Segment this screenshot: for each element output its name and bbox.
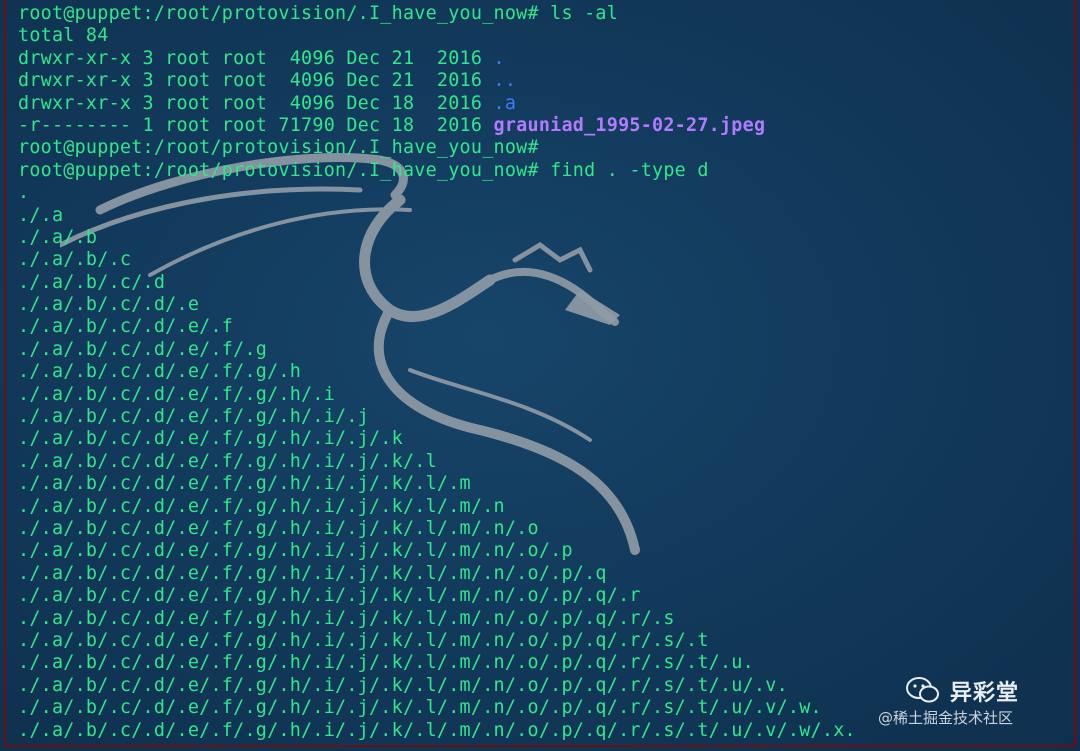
file-name: .. <box>493 70 517 92</box>
terminal-line-text: ./.a/.b/.c/.d/.e/.f/.g/.h/.i/.j/.k/.l <box>18 450 437 472</box>
terminal-line-text: ./.a/.b/.c/.d/.e/.f/.g/.h/.i/.j/.k/.l/.m… <box>18 517 539 539</box>
terminal-line: ./.a/.b/.c/.d <box>18 272 1080 294</box>
terminal-line-text: . <box>18 182 30 204</box>
terminal-line: ./.a/.b/.c/.d/.e/.f/.g/.h/.i/.j <box>18 406 1080 428</box>
file-name: grauniad_1995-02-27.jpeg <box>493 114 766 136</box>
terminal-line-text: ./.a/.b/.c <box>18 249 132 271</box>
terminal-line: root@puppet:/root/protovision/.I_have_yo… <box>18 137 1080 159</box>
terminal-line: root@puppet:/root/protovision/.I_have_yo… <box>18 3 1080 25</box>
terminal-line: . <box>18 182 1080 204</box>
terminal-line: -r-------- 1 root root 71790 Dec 18 2016… <box>18 115 1080 137</box>
terminal-line-text: ./.a/.b/.c/.d/.e/.f/.g/.h/.i/.j/.k/.l/.m… <box>18 585 641 607</box>
terminal-line-text: drwxr-xr-x 3 root root 4096 Dec 21 2016 <box>18 70 494 92</box>
file-name: .a <box>493 92 517 114</box>
terminal-line: ./.a/.b <box>18 227 1080 249</box>
terminal-line: drwxr-xr-x 3 root root 4096 Dec 21 2016 … <box>18 48 1080 70</box>
terminal-line: ./.a/.b/.c/.d/.e/.f/.g/.h/.i/.j/.k/.l/.m… <box>18 585 1080 607</box>
terminal-line-text: ./.a/.b/.c/.d/.e/.f/.g/.h/.i/.j/.k/.l/.m <box>18 473 471 495</box>
terminal-line-text: root@puppet:/root/protovision/.I_have_yo… <box>18 159 709 181</box>
terminal-line-text: ./.a/.b/.c/.d/.e/.f/.g/.h/.i/.j/.k/.l/.m… <box>18 697 822 719</box>
terminal-line: ./.a/.b/.c/.d/.e/.f/.g/.h/.i/.j/.k/.l/.m… <box>18 563 1080 585</box>
terminal-line-text: ./.a/.b/.c/.d/.e/.f/.g/.h/.i <box>18 383 336 405</box>
terminal-line-text: ./.a/.b/.c/.d/.e/.f/.g/.h/.i/.j/.k/.l/.m… <box>18 540 573 562</box>
terminal-line: drwxr-xr-x 3 root root 4096 Dec 21 2016 … <box>18 70 1080 92</box>
terminal-line-text: ./.a/.b/.c/.d/.e/.f/.g/.h/.i/.j/.k/.l/.m… <box>18 607 675 629</box>
terminal-line-text: ./.a/.b/.c/.d/.e <box>18 294 200 316</box>
terminal-line: ./.a/.b/.c/.d/.e/.f/.g/.h/.i/.j/.k/.l/.m… <box>18 630 1080 652</box>
terminal-line-text: -r-------- 1 root root 71790 Dec 18 2016 <box>18 114 494 136</box>
watermark: 异彩堂 @稀土掘金技术社区 <box>878 673 1056 733</box>
terminal-output[interactable]: root@puppet:/root/protovision/.I_have_yo… <box>18 3 1080 742</box>
watermark-sub: @稀土掘金技术社区 <box>878 709 1014 727</box>
terminal-line: ./.a <box>18 205 1080 227</box>
terminal-line-text: root@puppet:/root/protovision/.I_have_yo… <box>18 137 539 159</box>
terminal-line: ./.a/.b/.c/.d/.e/.f/.g/.h/.i/.j/.k/.l/.m… <box>18 540 1080 562</box>
terminal-line: ./.a/.b/.c/.d/.e/.f/.g <box>18 339 1080 361</box>
terminal-line: ./.a/.b/.c/.d/.e/.f/.g/.h/.i/.j/.k/.l/.m… <box>18 608 1080 630</box>
terminal-line: ./.a/.b/.c/.d/.e/.f <box>18 316 1080 338</box>
terminal-line: ./.a/.b/.c/.d/.e/.f/.g/.h <box>18 361 1080 383</box>
terminal-line-text: ./.a <box>18 204 64 226</box>
terminal-line-text: ./.a/.b/.c/.d/.e/.f <box>18 316 234 338</box>
terminal-line-text: ./.a/.b/.c/.d <box>18 271 166 293</box>
terminal-line: ./.a/.b/.c/.d/.e/.f/.g/.h/.i/.j/.k/.l/.m… <box>18 518 1080 540</box>
terminal-line-text: ./.a/.b/.c/.d/.e/.f/.g/.h/.i/.j/.k/.l/.m… <box>18 719 856 741</box>
terminal-line: ./.a/.b/.c/.d/.e/.f/.g/.h/.i/.j/.k <box>18 428 1080 450</box>
terminal-line-text: ./.a/.b <box>18 226 98 248</box>
terminal-line-text: ./.a/.b/.c/.d/.e/.f/.g/.h/.i/.j/.k <box>18 428 403 450</box>
terminal-line-text: ./.a/.b/.c/.d/.e/.f/.g <box>18 338 268 360</box>
terminal-line-text: drwxr-xr-x 3 root root 4096 Dec 18 2016 <box>18 92 494 114</box>
terminal-line: ./.a/.b/.c/.d/.e/.f/.g/.h/.i/.j/.k/.l/.m… <box>18 496 1080 518</box>
terminal-line-text: ./.a/.b/.c/.d/.e/.f/.g/.h/.i/.j/.k/.l/.m… <box>18 495 505 517</box>
terminal-line: ./.a/.b/.c/.d/.e/.f/.g/.h/.i <box>18 384 1080 406</box>
terminal-line: ./.a/.b/.c/.d/.e/.f/.g/.h/.i/.j/.k/.l/.m <box>18 473 1080 495</box>
terminal-line-text: root@puppet:/root/protovision/.I_have_yo… <box>18 3 619 24</box>
terminal-line-text: ./.a/.b/.c/.d/.e/.f/.g/.h/.i/.j/.k/.l/.m… <box>18 562 607 584</box>
terminal-line-text: total 84 <box>18 25 109 47</box>
terminal-line: ./.a/.b/.c/.d/.e <box>18 294 1080 316</box>
wechat-icon <box>906 677 939 703</box>
terminal-line-text: ./.a/.b/.c/.d/.e/.f/.g/.h/.i/.j/.k/.l/.m… <box>18 629 709 651</box>
terminal-line-text: ./.a/.b/.c/.d/.e/.f/.g/.h/.i/.j <box>18 406 369 428</box>
file-name: . <box>493 47 505 69</box>
terminal-line: drwxr-xr-x 3 root root 4096 Dec 18 2016 … <box>18 93 1080 115</box>
terminal-line: ./.a/.b/.c/.d/.e/.f/.g/.h/.i/.j/.k/.l <box>18 451 1080 473</box>
terminal-line: total 84 <box>18 25 1080 47</box>
watermark-brand: 异彩堂 <box>950 681 1020 706</box>
terminal-line-text: ./.a/.b/.c/.d/.e/.f/.g/.h <box>18 361 302 383</box>
terminal-line-text: drwxr-xr-x 3 root root 4096 Dec 21 2016 <box>18 47 494 69</box>
terminal-line: ./.a/.b/.c <box>18 249 1080 271</box>
terminal-line: root@puppet:/root/protovision/.I_have_yo… <box>18 160 1080 182</box>
terminal-line-text: ./.a/.b/.c/.d/.e/.f/.g/.h/.i/.j/.k/.l/.m… <box>18 652 754 674</box>
terminal-line-text: ./.a/.b/.c/.d/.e/.f/.g/.h/.i/.j/.k/.l/.m… <box>18 674 788 696</box>
terminal-line: ./.a/.b/.c/.d/.e/.f/.g/.h/.i/.j/.k/.l/.m… <box>18 652 1080 674</box>
